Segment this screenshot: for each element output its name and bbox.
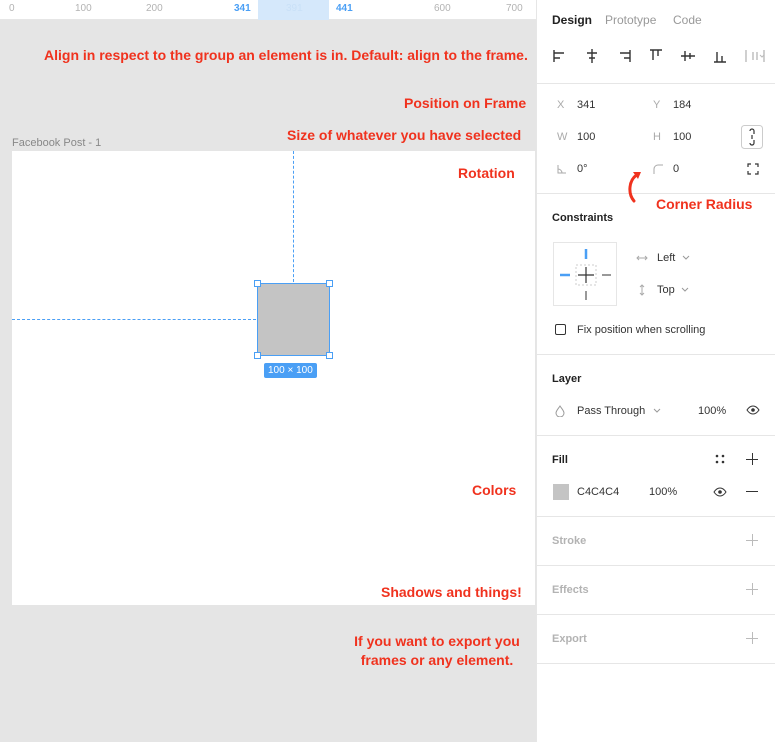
ruler-tick: 200: [146, 3, 163, 14]
annotation-shadows: Shadows and things!: [381, 584, 522, 600]
vertical-constraint-select[interactable]: Top: [657, 284, 675, 296]
divider: [537, 614, 775, 615]
annotation-export: If you want to export you frames or any …: [354, 633, 520, 668]
fill-color-swatch[interactable]: [553, 484, 569, 500]
chevron-down-icon: [653, 408, 661, 413]
ruler-tick-selection-end: 441: [336, 3, 353, 14]
add-effect-button[interactable]: [746, 583, 758, 595]
ruler-tick: 0: [9, 3, 15, 14]
rotation-icon: [557, 165, 566, 174]
rotation-field[interactable]: 0°: [577, 163, 588, 175]
eye-icon[interactable]: [746, 405, 760, 415]
w-label: W: [557, 131, 568, 143]
y-field[interactable]: 184: [673, 99, 691, 111]
corner-radius-icon: [653, 164, 663, 174]
constrain-proportions-icon[interactable]: [741, 125, 763, 149]
alignment-toolbar: [551, 47, 775, 65]
width-field[interactable]: 100: [577, 131, 595, 143]
resize-handle-bottom-right[interactable]: [326, 352, 333, 359]
blend-mode-select[interactable]: Pass Through: [577, 405, 645, 417]
ruler-tick-selection-start: 341: [234, 3, 251, 14]
canvas[interactable]: 0 100 200 341 391 441 600 700 Facebook P…: [0, 0, 536, 742]
layer-opacity-field[interactable]: 100%: [698, 405, 726, 417]
independent-corners-icon[interactable]: [747, 163, 759, 175]
stroke-title: Stroke: [552, 535, 587, 547]
fill-title: Fill: [552, 454, 568, 466]
add-stroke-button[interactable]: [746, 534, 758, 546]
fill-opacity-field[interactable]: 100%: [649, 486, 677, 498]
remove-fill-button[interactable]: [746, 491, 758, 492]
eye-icon[interactable]: [713, 487, 727, 497]
constraint-widget[interactable]: [553, 242, 617, 306]
blend-mode-icon: [555, 405, 565, 417]
ruler-tick-selection-center: 391: [286, 3, 303, 14]
curved-arrow-icon: [628, 172, 641, 203]
effects-title: Effects: [552, 584, 589, 596]
annotation-corner-radius: Corner Radius: [656, 196, 753, 212]
align-right-icon[interactable]: [615, 47, 633, 65]
height-field[interactable]: 100: [673, 131, 691, 143]
divider: [537, 83, 775, 84]
fix-position-checkbox[interactable]: [555, 324, 566, 335]
divider: [537, 565, 775, 566]
divider: [537, 354, 775, 355]
selected-rectangle[interactable]: [257, 283, 330, 356]
horizontal-constraint-select[interactable]: Left: [657, 252, 675, 264]
annotation-rotation: Rotation: [458, 165, 515, 181]
resize-handle-top-right[interactable]: [326, 280, 333, 287]
tab-code[interactable]: Code: [673, 13, 702, 27]
annotation-colors: Colors: [472, 482, 517, 498]
x-field[interactable]: 341: [577, 99, 595, 111]
layer-title: Layer: [552, 373, 582, 385]
h-label: H: [653, 131, 661, 143]
ruler-tick: 600: [434, 3, 451, 14]
x-label: X: [557, 99, 565, 111]
vertical-distance-guide: [293, 151, 294, 282]
frame[interactable]: [12, 151, 535, 605]
ruler-tick: 700: [506, 3, 523, 14]
chevron-down-icon: [682, 255, 690, 260]
y-label: Y: [653, 99, 661, 111]
tab-prototype[interactable]: Prototype: [605, 13, 656, 27]
divider: [537, 435, 775, 436]
resize-handle-top-left[interactable]: [254, 280, 261, 287]
annotation-align: Align in respect to the group an element…: [44, 47, 528, 63]
fix-position-label[interactable]: Fix position when scrolling: [577, 324, 705, 336]
annotation-position: Position on Frame: [404, 95, 527, 111]
horizontal-constraint-icon: [636, 255, 648, 261]
ruler-tick: 100: [75, 3, 92, 14]
constraint-diagram-icon[interactable]: [554, 243, 618, 307]
divider: [537, 663, 775, 664]
align-horizontal-center-icon[interactable]: [583, 47, 601, 65]
export-title: Export: [552, 633, 587, 645]
add-export-button[interactable]: [746, 632, 758, 644]
tab-design[interactable]: Design: [552, 13, 592, 27]
vertical-constraint-icon: [639, 284, 645, 296]
resize-handle-bottom-left[interactable]: [254, 352, 261, 359]
fill-hex-field[interactable]: C4C4C4: [577, 486, 619, 498]
styles-grid-icon[interactable]: [715, 454, 725, 464]
design-panel: Design Prototype Code X 341 Y 184 W 100 …: [536, 0, 775, 742]
horizontal-distance-guide: [12, 319, 256, 320]
align-vertical-center-icon[interactable]: [679, 47, 697, 65]
align-bottom-icon[interactable]: [711, 47, 729, 65]
divider: [537, 516, 775, 517]
add-fill-button[interactable]: [746, 453, 758, 465]
align-top-icon[interactable]: [647, 47, 665, 65]
distribute-icon[interactable]: [743, 47, 767, 65]
constraints-title: Constraints: [552, 212, 614, 224]
align-left-icon[interactable]: [551, 47, 569, 65]
frame-label[interactable]: Facebook Post - 1: [12, 137, 101, 149]
chevron-down-icon: [681, 287, 689, 292]
size-badge: 100 × 100: [264, 363, 317, 378]
divider: [537, 193, 775, 194]
annotation-size: Size of whatever you have selected: [287, 127, 522, 143]
horizontal-ruler: 0 100 200 341 391 441 600 700: [0, 0, 536, 20]
corner-radius-field[interactable]: 0: [673, 163, 679, 175]
